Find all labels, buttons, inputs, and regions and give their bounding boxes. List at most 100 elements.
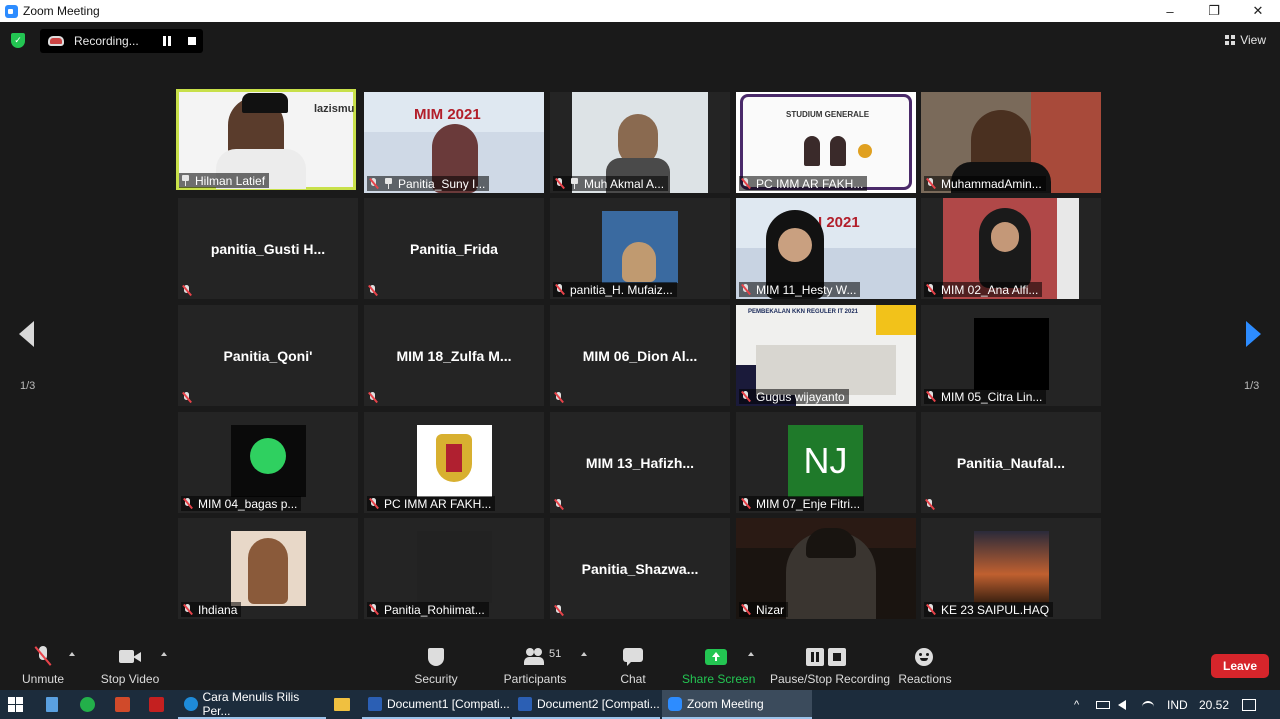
mic-muted-icon [741,178,750,189]
page-indicator-left: 1/3 [20,380,36,392]
pause-recording-icon[interactable] [163,36,171,46]
video-tile[interactable]: Muh Akmal A... [550,92,730,193]
participant-label: Panitia_Suny I... [367,176,490,191]
taskbar-file-explorer-icon[interactable] [334,690,350,719]
leave-button[interactable]: Leave [1211,654,1269,678]
video-tile[interactable]: Panitia_Rohiimat... [364,518,544,619]
taskbar-app-word-document2[interactable]: Document2 [Compati... [512,690,660,719]
security-shield-icon[interactable]: ✓ [11,33,25,48]
mim-banner-text: I 2021 [818,214,860,231]
video-tile[interactable]: MIM 02_Ana Alfi... [921,198,1101,299]
mic-muted-icon [554,392,563,403]
taskbar-powerpoint-icon[interactable] [115,690,130,719]
minimize-button[interactable]: – [1148,0,1192,22]
reactions-button[interactable]: Reactions [898,630,952,690]
participant-name: Panitia_Naufal... [956,455,1066,471]
security-button[interactable]: Security [408,630,464,690]
chat-button[interactable]: Chat [608,630,658,690]
taskbar-app-word-document1[interactable]: Document1 [Compati... [362,690,510,719]
mic-muted-icon [182,392,191,403]
mic-muted-icon [555,284,564,295]
video-tile[interactable]: MIM 06_Dion Al... [550,305,730,406]
previous-page-arrow-icon[interactable] [19,321,34,347]
participant-label: KE 23 SAIPUL.HAQ [924,602,1054,617]
pause-stop-icon [804,646,848,670]
volume-icon[interactable] [1118,690,1126,719]
participant-face [778,228,812,262]
taskbar-acrobat-icon[interactable] [149,690,164,719]
pause-stop-recording-button[interactable]: Pause/Stop Recording [770,630,890,690]
speaker-photo [804,136,820,166]
video-tile[interactable]: PEMBEKALAN KKN REGULER IT 2021 Gugus wij… [736,305,916,406]
video-tile[interactable]: PC IMM AR FAKH... [364,412,544,513]
restore-button[interactable]: ❐ [1192,0,1236,22]
next-page-arrow-icon[interactable] [1246,321,1261,347]
view-button[interactable]: View [1225,33,1266,47]
video-tile[interactable]: Ihdiana [178,518,358,619]
video-tile[interactable]: Panitia_Naufal... [921,412,1101,513]
taskbar-app-edge[interactable]: Cara Menulis Rilis Per... [178,690,326,719]
mic-muted-icon [368,285,377,296]
video-options-caret[interactable] [161,652,167,656]
video-tile[interactable]: MIM 05_Citra Lin... [921,305,1101,406]
participant-label: MIM 07_Enje Fitri... [739,496,865,511]
video-tile[interactable]: Panitia_Shazwa... [550,518,730,619]
video-tile[interactable]: MIM 04_bagas p... [178,412,358,513]
lazismu-logo: lazismu [314,103,355,115]
meeting-toolbar: Unmute Stop Video Security 51 Participan… [0,630,1280,690]
video-tile[interactable]: STUDIUM GENERALE PC IMM AR FAKH... [736,92,916,193]
video-tile[interactable]: MIM 13_Hafizh... [550,412,730,513]
video-tile[interactable]: panitia_Gusti H... [178,198,358,299]
peci-cap [242,93,288,113]
audio-options-caret[interactable] [69,652,75,656]
stop-recording-icon[interactable] [188,37,196,45]
poster-title: STUDIUM GENERALE [786,110,870,119]
taskbar-notes-icon[interactable] [46,690,58,719]
taskbar-app-zoom[interactable]: Zoom Meeting [662,690,812,719]
chat-bubble-icon [623,646,643,670]
wifi-icon[interactable] [1142,690,1154,719]
language-indicator[interactable]: IND [1167,690,1188,719]
video-tile[interactable]: NJ MIM 07_Enje Fitri... [736,412,916,513]
share-screen-button[interactable]: Share Screen [682,630,755,690]
mic-muted-icon [183,498,192,509]
stop-video-button[interactable]: Stop Video [98,630,162,690]
video-tile[interactable]: KE 23 SAIPUL.HAQ [921,518,1101,619]
participants-button[interactable]: 51 Participants [500,630,570,690]
participant-label: Nizar [739,602,789,617]
participant-photo [974,318,1049,390]
share-options-caret[interactable] [748,652,754,656]
participant-label: Hilman Latief [179,173,270,188]
notifications-icon[interactable] [1242,690,1256,719]
recording-cloud-icon [48,36,64,46]
video-tile[interactable]: Panitia_Qoni' [178,305,358,406]
video-tile[interactable]: MIM 2021 Panitia_Suny I... [364,92,544,193]
unmute-button[interactable]: Unmute [14,630,72,690]
video-tile[interactable]: Nizar [736,518,916,619]
video-tile-hilman[interactable]: lazismu Hilman Latief [176,89,356,190]
participant-face [622,242,656,282]
battery-icon[interactable] [1096,690,1110,719]
zoom-icon [668,696,682,711]
system-clock[interactable]: 20.52 [1199,690,1229,719]
view-label: View [1240,33,1266,47]
close-button[interactable]: ✕ [1236,0,1280,22]
start-button[interactable] [8,690,23,719]
participants-options-caret[interactable] [581,652,587,656]
pin-icon [570,178,579,189]
participant-label: Muh Akmal A... [553,176,669,191]
video-tile[interactable]: Panitia_Frida [364,198,544,299]
participant-label: MIM 05_Citra Lin... [924,389,1047,404]
tray-overflow-caret[interactable]: ^ [1074,690,1079,719]
video-tile[interactable]: MIM 18_Zulfa M... [364,305,544,406]
skull-icon [250,438,286,474]
mic-muted-icon [369,178,378,189]
video-tile[interactable]: panitia_H. Mufaiz... [550,198,730,299]
video-tile[interactable]: MuhammadAmin... [921,92,1101,193]
pin-icon [384,178,393,189]
taskbar-upwork-icon[interactable] [80,690,95,719]
participant-hair [248,538,288,604]
video-tile[interactable]: I 2021 MIM 11_Hesty W... [736,198,916,299]
participant-name: MIM 18_Zulfa M... [396,348,512,364]
mic-muted-icon [926,391,935,402]
